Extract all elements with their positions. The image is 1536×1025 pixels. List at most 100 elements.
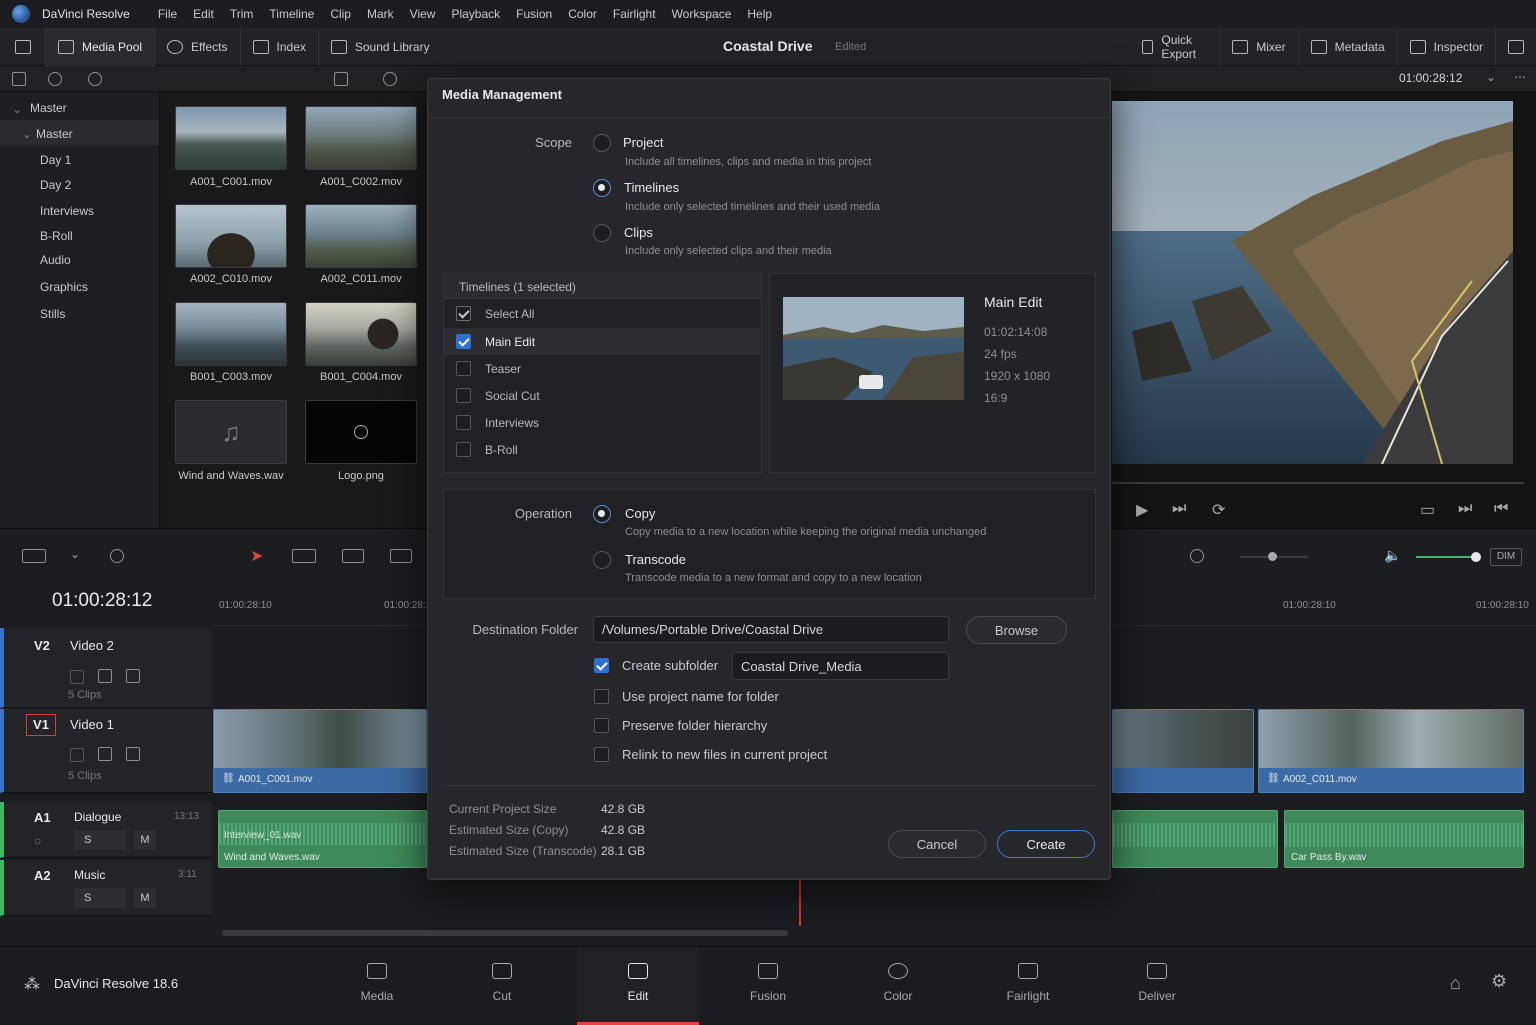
subfolder-name-field[interactable]: Coastal Drive_Media (732, 652, 949, 680)
chevron-down-icon[interactable]: ⌄ (70, 547, 80, 561)
timeline-checkbox[interactable] (456, 334, 471, 349)
menu-mark[interactable]: Mark (359, 7, 402, 21)
timeline-row-main-edit[interactable]: Main Edit (444, 328, 760, 355)
timeline-row-broll[interactable]: B-Roll (444, 436, 760, 463)
home-icon[interactable]: ⌂ (1450, 973, 1461, 994)
scope-clips-radio[interactable] (593, 224, 611, 242)
page-tab-edit[interactable]: Edit (577, 947, 699, 1025)
index-button[interactable]: Index (241, 27, 319, 66)
image-thumbnail[interactable] (305, 400, 417, 464)
loop-icon[interactable]: ⟳ (1212, 500, 1225, 520)
track-visibility-icon[interactable] (126, 747, 140, 761)
sidebar-item-master[interactable]: Master (36, 127, 73, 141)
menu-workspace[interactable]: Workspace (664, 7, 740, 21)
page-tab-cut[interactable]: Cut (441, 947, 563, 1025)
zoom-slider-handle[interactable] (1268, 552, 1277, 561)
track-header-v2[interactable]: V2 Video 2 5 Clips (0, 628, 212, 708)
search-icon[interactable] (110, 549, 124, 563)
clip-thumbnail[interactable] (305, 204, 417, 268)
viewer-frame[interactable] (1112, 101, 1513, 464)
create-button[interactable]: Create (997, 830, 1095, 858)
timeline-view-icon[interactable] (22, 549, 46, 563)
trim-icon[interactable] (292, 549, 316, 563)
timeline-checkbox[interactable] (456, 361, 471, 376)
sidebar-item-day2[interactable]: Day 2 (40, 178, 71, 192)
clip-thumbnail[interactable] (305, 302, 417, 366)
auto-select-icon[interactable] (98, 747, 112, 761)
media-pool-button[interactable]: Media Pool (46, 27, 156, 66)
more-icon[interactable]: ⋯ (1514, 70, 1526, 84)
scope-project-radio[interactable] (593, 134, 611, 152)
audio-clip[interactable] (1112, 810, 1278, 868)
timeline-scrollbar[interactable] (222, 930, 788, 936)
track-visibility-icon[interactable] (126, 669, 140, 683)
timeline-clip[interactable]: ⛓ A001_C001.mov (213, 709, 427, 793)
clip-thumbnail[interactable] (175, 302, 287, 366)
select-all-checkbox[interactable] (456, 306, 471, 321)
timeline-clip[interactable] (1112, 709, 1254, 793)
record-icon[interactable]: ○ (34, 834, 41, 848)
clip-thumbnail[interactable] (175, 106, 287, 170)
lock-icon[interactable] (70, 670, 84, 684)
menu-view[interactable]: View (402, 7, 444, 21)
insert-icon[interactable] (390, 549, 412, 563)
page-tab-color[interactable]: Color (837, 947, 959, 1025)
sidebar-item-broll[interactable]: B-Roll (40, 229, 73, 243)
first-frame-icon[interactable]: ⏮ (1494, 500, 1508, 518)
audio-clip[interactable]: Interview_01.wav Wind and Waves.wav (218, 810, 427, 868)
timeline-clip[interactable]: ⛓ A002_C011.mov (1258, 709, 1524, 793)
search-icon[interactable] (383, 72, 397, 86)
play-icon[interactable]: ▶ (1136, 500, 1148, 520)
preserve-hierarchy-checkbox[interactable] (594, 718, 609, 733)
timeline-row-select-all[interactable]: Select All (444, 300, 760, 327)
timeline-row-social-cut[interactable]: Social Cut (444, 382, 760, 409)
expand-button[interactable] (1496, 28, 1536, 66)
browse-button[interactable]: Browse (966, 616, 1067, 644)
operation-copy-radio[interactable] (593, 505, 611, 523)
volume-icon[interactable]: 🔈 (1384, 547, 1401, 564)
solo-button[interactable]: S (74, 888, 126, 908)
timeline-checkbox[interactable] (456, 442, 471, 457)
track-header-a2[interactable]: A2 Music 3:11 S M (0, 860, 212, 916)
destination-path-field[interactable]: /Volumes/Portable Drive/Coastal Drive (593, 616, 949, 643)
grid-view-icon[interactable] (334, 72, 348, 86)
scrubber-track[interactable] (1112, 482, 1524, 484)
audio-clip[interactable]: Car Pass By.wav (1284, 810, 1524, 868)
inspector-button[interactable]: Inspector (1398, 28, 1496, 66)
menu-edit[interactable]: Edit (185, 7, 222, 21)
timeline-checkbox[interactable] (456, 415, 471, 430)
mute-button[interactable]: M (134, 830, 156, 850)
selection-arrow-icon[interactable]: ➤ (250, 546, 263, 566)
track-header-a1[interactable]: A1 Dialogue 13:13 ○ S M (0, 802, 212, 858)
track-header-v1[interactable]: V1 Video 1 5 Clips (0, 709, 212, 793)
volume-slider[interactable] (1416, 556, 1478, 558)
bin-icon[interactable] (48, 72, 62, 86)
audio-thumbnail[interactable]: ♫ (175, 400, 287, 464)
create-subfolder-checkbox[interactable] (594, 658, 609, 673)
page-tab-fairlight[interactable]: Fairlight (967, 947, 1089, 1025)
auto-select-icon[interactable] (98, 669, 112, 683)
metadata-button[interactable]: Metadata (1299, 28, 1398, 66)
toggle-panel-button[interactable] (0, 27, 46, 66)
blade-icon[interactable] (342, 549, 364, 563)
page-tab-deliver[interactable]: Deliver (1096, 947, 1218, 1025)
sidebar-item-audio[interactable]: Audio (40, 253, 71, 267)
zoom-icon[interactable] (1190, 549, 1204, 563)
timeline-checkbox[interactable] (456, 388, 471, 403)
playhead[interactable] (799, 880, 801, 926)
menu-help[interactable]: Help (739, 7, 780, 21)
menu-trim[interactable]: Trim (222, 7, 262, 21)
gear-icon[interactable]: ⚙ (1491, 971, 1507, 992)
chevron-down-icon[interactable]: ⌄ (1486, 70, 1496, 84)
sidebar-item-master-root[interactable]: Master (30, 101, 67, 115)
next-icon[interactable]: ⏭ (1172, 500, 1186, 518)
menu-timeline[interactable]: Timeline (261, 7, 322, 21)
smart-bin-icon[interactable] (88, 72, 102, 86)
menu-color[interactable]: Color (560, 7, 605, 21)
timeline-row-teaser[interactable]: Teaser (444, 355, 760, 382)
dim-button[interactable]: DIM (1490, 548, 1522, 566)
menu-fusion[interactable]: Fusion (508, 7, 560, 21)
mute-button[interactable]: M (134, 888, 156, 908)
clip-thumbnail[interactable] (305, 106, 417, 170)
cancel-button[interactable]: Cancel (888, 830, 986, 858)
